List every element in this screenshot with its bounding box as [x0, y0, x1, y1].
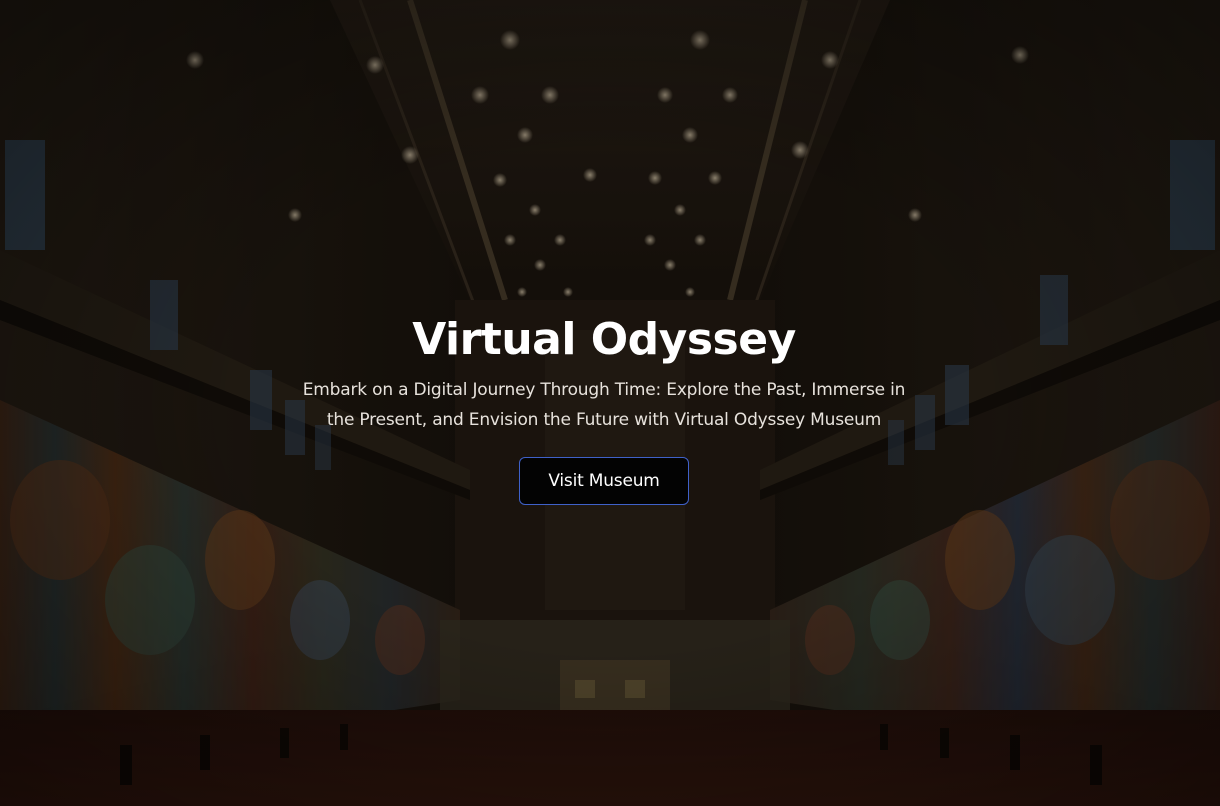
hero-title: Virtual Odyssey	[412, 314, 796, 365]
visit-museum-button[interactable]: Visit Museum	[519, 457, 689, 505]
hero-content: Virtual Odyssey Embark on a Digital Jour…	[0, 0, 1220, 806]
hero-subtitle: Embark on a Digital Journey Through Time…	[302, 380, 906, 430]
hero-section: Virtual Odyssey Embark on a Digital Jour…	[0, 0, 1220, 806]
